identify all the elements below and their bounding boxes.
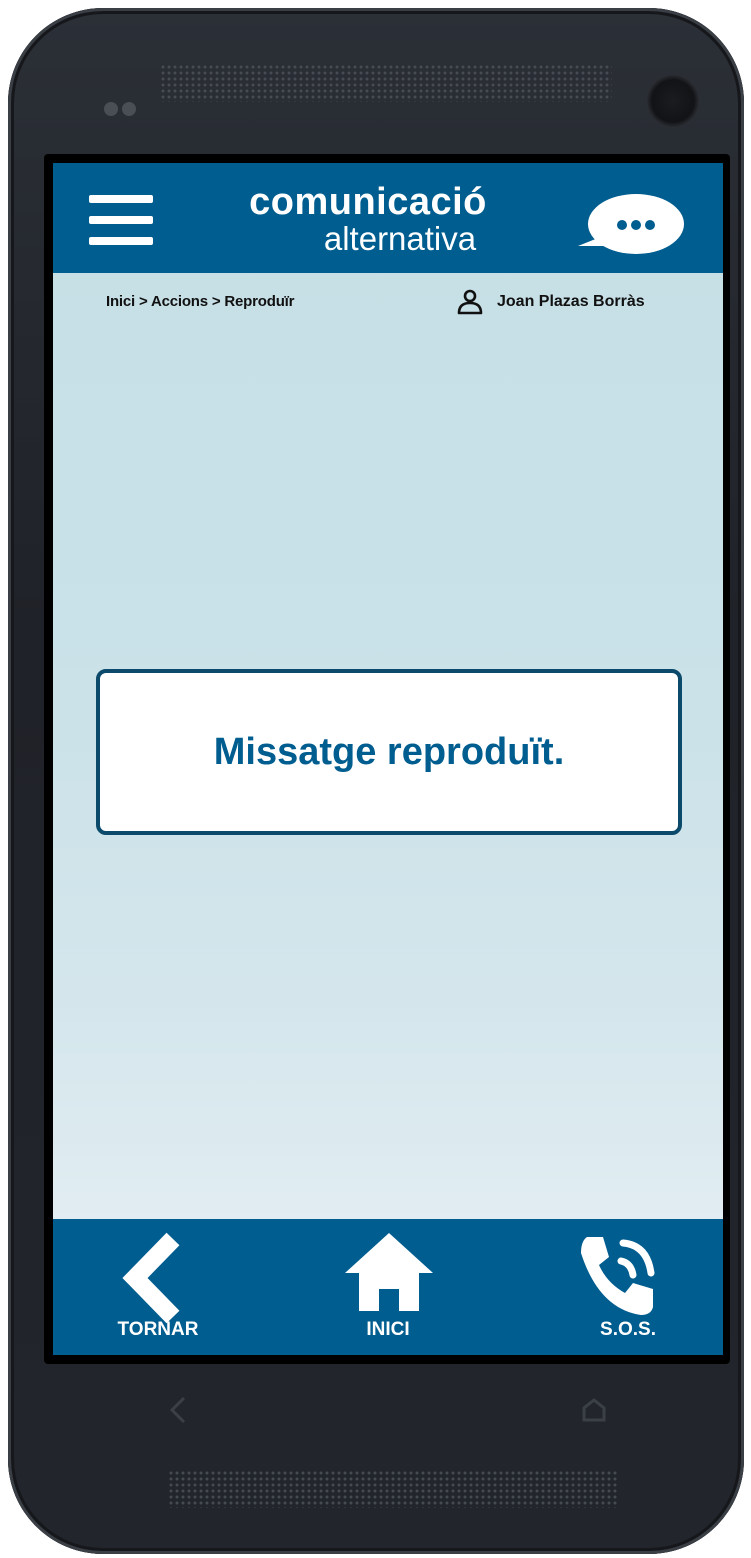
app-logo: comunicació alternativa xyxy=(213,183,523,257)
phone-call-icon xyxy=(581,1237,655,1315)
front-camera xyxy=(646,74,700,128)
message-text: Missatge reproduït. xyxy=(213,730,565,773)
chevron-left-icon xyxy=(122,1232,180,1324)
logo-title: comunicació xyxy=(249,181,487,223)
back-button[interactable]: TORNAR xyxy=(83,1219,233,1355)
app-header: comunicació alternativa xyxy=(53,163,723,273)
bottom-speaker-grille xyxy=(168,1470,618,1508)
top-speaker-grille xyxy=(160,64,612,102)
chat-bubble-icon[interactable] xyxy=(576,190,686,260)
hardware-softkeys xyxy=(169,1396,606,1424)
user-icon xyxy=(457,289,483,315)
sos-button[interactable]: S.O.S. xyxy=(553,1219,703,1355)
home-button-label: INICI xyxy=(366,1319,410,1340)
breadcrumb[interactable]: Inici > Accions > Reproduïr xyxy=(106,293,294,310)
hamburger-menu-icon[interactable] xyxy=(89,195,153,245)
app-screen: comunicació alternativa Inici > Accions … xyxy=(53,163,723,1355)
user-name: Joan Plazas Borràs xyxy=(497,293,645,310)
home-icon xyxy=(345,1233,433,1311)
logo-subtitle: alternativa xyxy=(323,220,477,257)
sos-button-label: S.O.S. xyxy=(600,1319,656,1340)
bottom-nav-bar: TORNAR INICI S.O.S. xyxy=(53,1219,723,1355)
hardware-back-icon[interactable] xyxy=(169,1396,186,1424)
message-box: Missatge reproduït. xyxy=(96,669,682,835)
home-button[interactable]: INICI xyxy=(315,1219,461,1355)
user-info: Joan Plazas Borràs xyxy=(457,287,645,317)
hardware-home-icon[interactable] xyxy=(582,1398,606,1422)
sensor-dots xyxy=(104,102,140,121)
back-button-label: TORNAR xyxy=(117,1319,199,1340)
